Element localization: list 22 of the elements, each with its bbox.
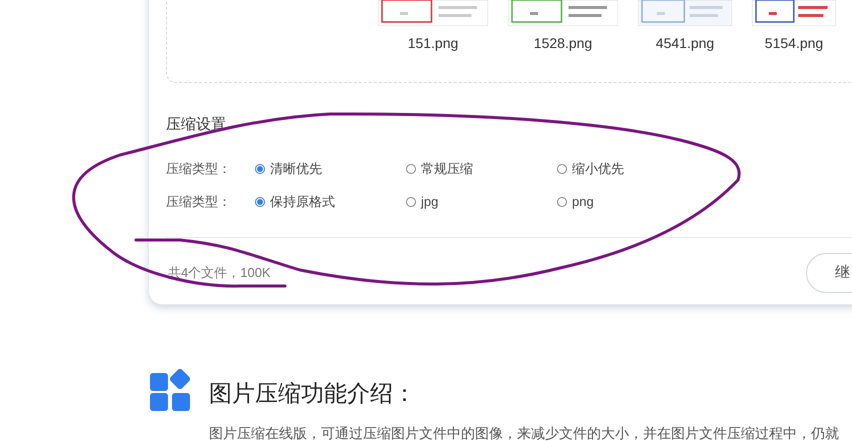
option-label: 缩小优先	[572, 160, 624, 178]
radio-button[interactable]	[255, 164, 265, 174]
continue-button[interactable]: 继	[806, 253, 852, 293]
apps-icon	[150, 369, 192, 411]
radio-button[interactable]	[557, 164, 567, 174]
radio-button[interactable]	[406, 196, 416, 206]
intro-paragraph: 图片压缩在线版，可通过压缩图片文件中的图像，来减少文件的大小，并在图片文件压缩过程中，仍就	[209, 424, 839, 441]
option-label: 清晰优先	[270, 160, 322, 178]
field-label: 压缩类型：	[166, 160, 232, 178]
field-label: 压缩类型：	[166, 192, 232, 211]
radio-button[interactable]	[557, 196, 567, 206]
section-heading: 图片压缩功能介绍：	[209, 379, 416, 408]
radio-button[interactable]	[255, 196, 265, 206]
file-name: 1528.png	[534, 36, 592, 50]
option-label: 常规压缩	[421, 160, 473, 178]
file-name: 4541.png	[656, 36, 714, 50]
option-label: jpg	[421, 192, 438, 211]
file-name: 151.png	[408, 36, 458, 50]
option-label: 保持原格式	[270, 192, 335, 211]
radio-button[interactable]	[406, 164, 416, 174]
file-name: 5154.png	[764, 36, 824, 50]
option-label: png	[572, 192, 594, 211]
